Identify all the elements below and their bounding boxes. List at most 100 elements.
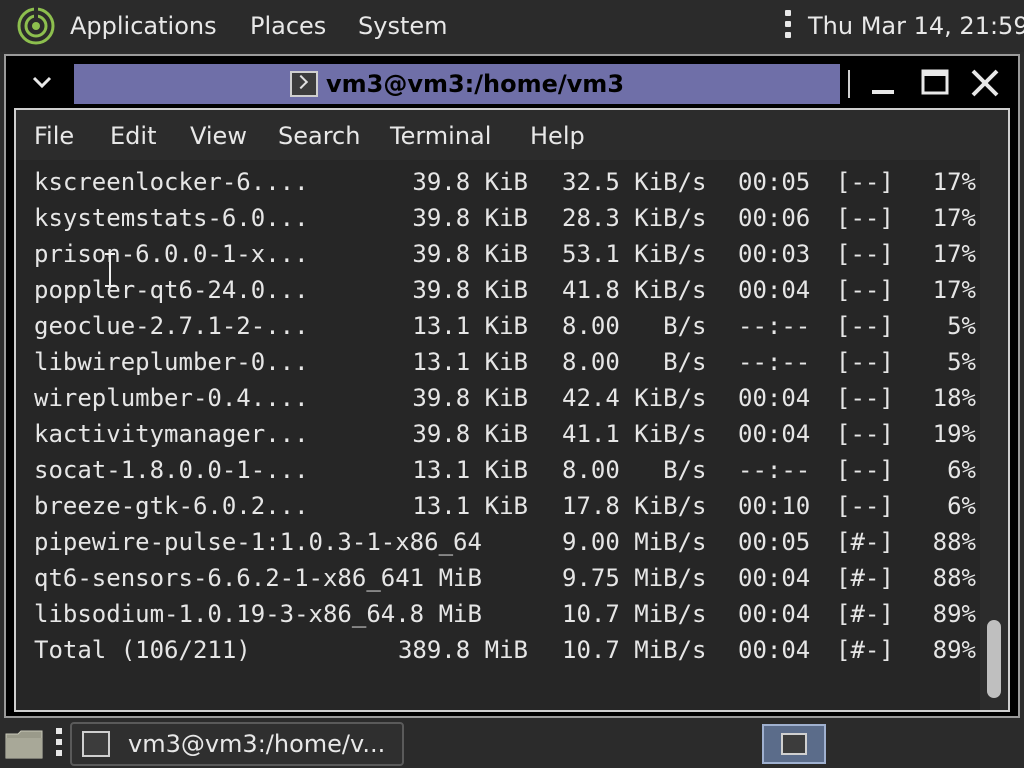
panel-handle-icon[interactable] (782, 10, 794, 42)
terminal-eta: 00:10 (738, 492, 811, 520)
terminal-rate: 10.7 MiB/s (562, 636, 707, 664)
terminal-rate: 32.5 KiB/s (562, 168, 707, 196)
terminal-eta: 00:04 (738, 384, 811, 412)
titlebar-separator (848, 70, 850, 98)
chevron-down-icon[interactable] (28, 70, 56, 94)
terminal-name: qt6-sensors-6.6.2-1-x86_641 MiB (34, 564, 482, 592)
clock[interactable]: Thu Mar 14, 21:59 (808, 0, 1024, 52)
taskbar-window-label: vm3@vm3:/home/v... (128, 730, 386, 758)
terminal-rate: 28.3 KiB/s (562, 204, 707, 232)
window-title[interactable]: vm3@vm3:/home/vm3 (74, 64, 840, 104)
terminal-window: vm3@vm3:/home/vm3 File Edit View Search … (4, 54, 1020, 718)
menu-help[interactable]: Help (530, 110, 585, 160)
terminal-pct: 17% (932, 276, 976, 304)
terminal-name: Total (106/211) (34, 636, 251, 664)
terminal-bar: [--] (836, 204, 894, 232)
text-cursor-icon (105, 253, 115, 287)
terminal-pct: 89% (932, 636, 976, 664)
scrollbar-thumb[interactable] (987, 620, 1001, 698)
terminal-rate: 41.1 KiB/s (562, 420, 707, 448)
terminal-pct: 89% (932, 600, 976, 628)
taskbar-window-button[interactable]: vm3@vm3:/home/v... (70, 722, 404, 766)
terminal-eta: 00:06 (738, 204, 811, 232)
terminal-name: socat-1.8.0.0-1-... (34, 456, 309, 484)
terminal-size: 13.1 KiB (412, 312, 528, 340)
terminal-line: breeze-gtk-6.0.2... 13.1 KiB 17.8 KiB/s 00:… (34, 488, 980, 524)
terminal-name: prison-6.0.0-1-x... (34, 240, 309, 268)
system-menu[interactable]: System (358, 0, 448, 52)
terminal-rate: 41.8 KiB/s (562, 276, 707, 304)
terminal-line: pipewire-pulse-1:1.0.3-1-x86_64 9.00 MiB/… (34, 524, 980, 560)
terminal-eta: 00:03 (738, 240, 811, 268)
terminal-pct: 5% (947, 348, 976, 376)
terminal-pct: 17% (932, 168, 976, 196)
terminal-size: 39.8 KiB (412, 240, 528, 268)
terminal-eta: 00:04 (738, 564, 811, 592)
terminal-rate: 9.75 MiB/s (562, 564, 707, 592)
menubar: File Edit View Search Terminal Help (16, 110, 1008, 160)
terminal-line: libwireplumber-0... 13.1 KiB 8.00 B/s --:--… (34, 344, 980, 380)
terminal-size: 13.1 KiB (412, 492, 528, 520)
taskbar-handle-icon[interactable] (56, 728, 64, 760)
terminal-line: kscreenlocker-6.... 39.8 KiB 32.5 KiB/s 00:… (34, 164, 980, 200)
terminal-line: kactivitymanager... 39.8 KiB 41.1 KiB/s 00:… (34, 416, 980, 452)
menu-file[interactable]: File (34, 110, 74, 160)
terminal-output[interactable]: kscreenlocker-6.... 39.8 KiB 32.5 KiB/s 00:… (16, 160, 980, 710)
terminal-eta: 00:05 (738, 528, 811, 556)
terminal-eta: 00:04 (738, 276, 811, 304)
terminal-pct: 6% (947, 456, 976, 484)
workspace-switcher[interactable] (762, 724, 826, 764)
terminal-eta: 00:04 (738, 420, 811, 448)
terminal-size: 39.8 KiB (412, 204, 528, 232)
terminal-rate: 8.00 B/s (562, 312, 707, 340)
terminal-pct: 19% (932, 420, 976, 448)
terminal-size: 389.8 MiB (397, 636, 528, 664)
terminal-eta: --:-- (738, 348, 811, 376)
terminal-eta: --:-- (738, 456, 811, 484)
applications-menu[interactable]: Applications (70, 0, 217, 52)
terminal-icon (82, 731, 110, 757)
terminal-rate: 9.00 MiB/s (562, 528, 707, 556)
terminal-pct: 17% (932, 240, 976, 268)
distro-logo-icon[interactable] (16, 6, 56, 46)
terminal-name: breeze-gtk-6.0.2... (34, 492, 309, 520)
terminal-eta: --:-- (738, 312, 811, 340)
window-title-text: vm3@vm3:/home/vm3 (325, 70, 625, 98)
terminal-name: poppler-qt6-24.0... (34, 276, 309, 304)
terminal-name: kactivitymanager... (34, 420, 309, 448)
menu-search[interactable]: Search (278, 110, 360, 160)
close-icon[interactable] (968, 66, 1002, 100)
menu-view[interactable]: View (190, 110, 247, 160)
terminal-size: 13.1 KiB (412, 348, 528, 376)
terminal-size: 13.1 KiB (412, 456, 528, 484)
terminal-name: geoclue-2.7.1-2-... (34, 312, 309, 340)
minimize-icon[interactable] (866, 66, 900, 100)
terminal-eta: 00:04 (738, 636, 811, 664)
terminal-rate: 53.1 KiB/s (562, 240, 707, 268)
show-desktop-icon[interactable] (4, 726, 44, 762)
terminal-pct: 5% (947, 312, 976, 340)
titlebar[interactable]: vm3@vm3:/home/vm3 (6, 56, 1018, 108)
terminal-bar: [#-] (836, 636, 894, 664)
terminal-line: socat-1.8.0.0-1-... 13.1 KiB 8.00 B/s --:--… (34, 452, 980, 488)
terminal-rate: 8.00 B/s (562, 456, 707, 484)
terminal-bar: [--] (836, 240, 894, 268)
terminal-name: libsodium-1.0.19-3-x86_64.8 MiB (34, 600, 482, 628)
terminal-name: kscreenlocker-6.... (34, 168, 309, 196)
terminal-bar: [--] (836, 420, 894, 448)
menu-edit[interactable]: Edit (110, 110, 156, 160)
scrollbar[interactable] (982, 160, 1008, 710)
terminal-rate: 42.4 KiB/s (562, 384, 707, 412)
terminal-pct: 88% (932, 528, 976, 556)
menu-terminal[interactable]: Terminal (390, 110, 491, 160)
terminal-line: geoclue-2.7.1-2-... 13.1 KiB 8.00 B/s --:--… (34, 308, 980, 344)
terminal-bar: [--] (836, 384, 894, 412)
terminal-name: ksystemstats-6.0... (34, 204, 309, 232)
terminal-bar: [--] (836, 348, 894, 376)
places-menu[interactable]: Places (250, 0, 326, 52)
maximize-icon[interactable] (918, 66, 952, 100)
terminal-name: libwireplumber-0... (34, 348, 309, 376)
terminal-line: ksystemstats-6.0... 39.8 KiB 28.3 KiB/s 00:… (34, 200, 980, 236)
top-panel: Applications Places System Thu Mar 14, 2… (0, 0, 1024, 52)
terminal-line: prison-6.0.0-1-x... 39.8 KiB 53.1 KiB/s 00:… (34, 236, 980, 272)
